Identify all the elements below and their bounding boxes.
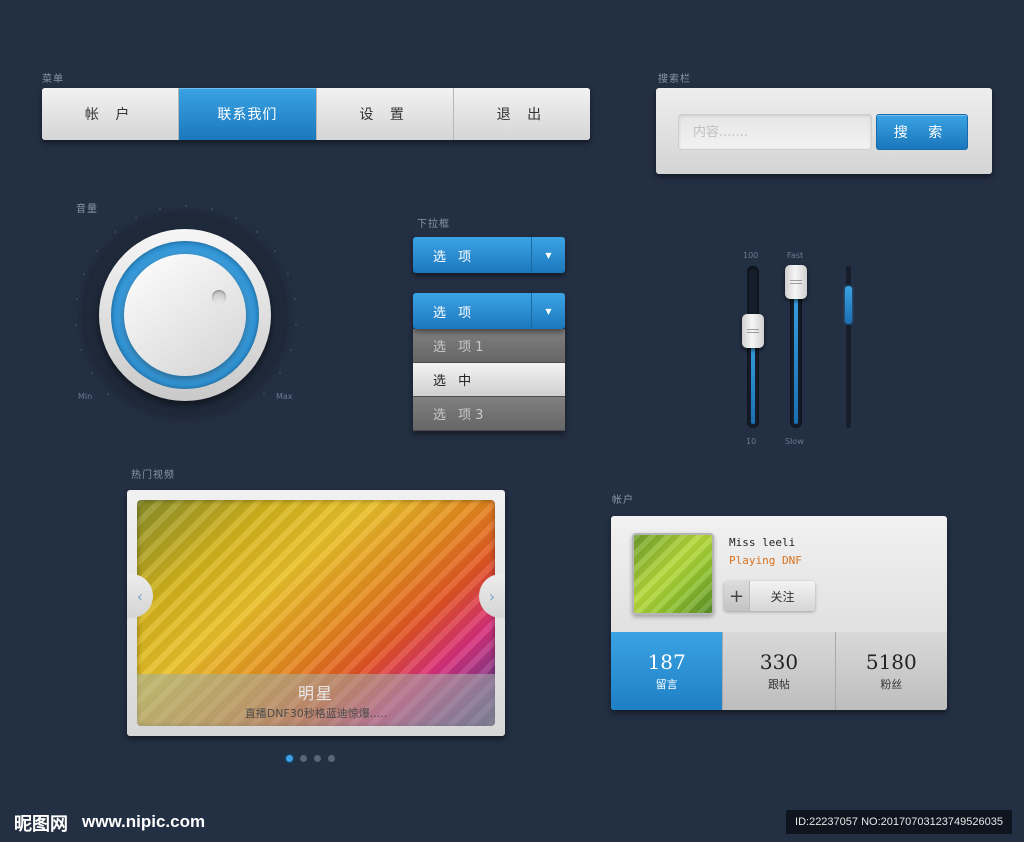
watermark-logo: 昵图网	[14, 814, 68, 835]
knob-tick-mark	[91, 372, 94, 375]
dropdown-closed-label: 选 项	[433, 249, 476, 265]
video-caption: 明星 直播DNF30秒格蓝迪惊爆.....	[137, 674, 495, 726]
video-thumbnail[interactable]: 明星 直播DNF30秒格蓝迪惊爆.....	[137, 500, 495, 726]
knob-tick-mark	[273, 250, 276, 253]
menu-item-settings[interactable]: 设 置	[316, 88, 454, 140]
video-title: 明星	[297, 684, 334, 703]
account-name: Miss leeli	[729, 536, 796, 549]
main-menu: 帐 户 联系我们 设 置 退 出	[42, 88, 590, 140]
menu-item-contact[interactable]: 联系我们	[179, 88, 317, 140]
hot-videos-section-label: 热门视频	[131, 470, 175, 481]
knob-tick-mark	[83, 272, 86, 275]
slider1-handle[interactable]	[742, 313, 764, 348]
stat-label: 留言	[655, 678, 678, 691]
knob-tick-mark	[75, 323, 78, 326]
dropdown-section-label: 下拉框	[417, 219, 450, 230]
stat-label: 粉丝	[880, 678, 903, 691]
slider1-top-label: 100	[743, 251, 759, 260]
pagination-dot[interactable]	[328, 755, 335, 762]
knob-tick-mark	[256, 231, 259, 234]
stat-fans[interactable]: 5180 粉丝	[834, 632, 947, 710]
volume-knob[interactable]	[124, 254, 246, 376]
stat-replies[interactable]: 330 跟帖	[722, 632, 835, 710]
knob-tick-mark	[135, 216, 138, 219]
dropdown-option-selected[interactable]: 选 中	[413, 363, 565, 397]
knob-tick-mark	[107, 392, 110, 395]
slider2-fill	[794, 282, 798, 424]
knob-tick-mark	[262, 392, 265, 395]
knob-tick-mark	[80, 348, 83, 351]
slider3-handle[interactable]	[845, 286, 852, 324]
knob-max-label: Max	[276, 392, 293, 401]
search-input[interactable]	[678, 114, 872, 150]
dropdown-open[interactable]: 选 项 ▼	[413, 293, 565, 329]
knob-tick-mark	[293, 297, 296, 300]
pagination-dot[interactable]	[300, 755, 307, 762]
dropdown-open-label: 选 项	[433, 305, 476, 321]
knob-tick-mark	[210, 208, 213, 211]
watermark-id: ID:22237057 NO:20170703123749526035	[786, 810, 1012, 834]
slider1-bottom-label: 10	[746, 437, 757, 446]
stat-value: 187	[647, 650, 686, 674]
caret-down-icon: ▼	[531, 293, 565, 329]
knob-tick-mark	[159, 208, 162, 211]
menu-item-account[interactable]: 帐 户	[42, 88, 180, 140]
search-panel: 搜 索	[656, 88, 992, 174]
knob-tick-mark	[234, 216, 237, 219]
knob-tick-mark	[185, 205, 187, 207]
follow-label: 关注	[770, 589, 795, 604]
knob-tick-mark	[76, 297, 79, 300]
pagination-dot[interactable]	[314, 755, 321, 762]
knob-tick-mark	[278, 372, 281, 375]
dropdown-option-1[interactable]: 选 项1	[413, 329, 565, 363]
caret-down-icon: ▼	[531, 237, 565, 273]
menu-section-label: 菜单	[42, 74, 64, 85]
knob-tick-mark	[289, 348, 292, 351]
account-status: Playing DNF	[729, 554, 802, 567]
volume-knob-widget: Min Max	[64, 205, 304, 426]
dropdown-closed[interactable]: 选 项 ▼	[413, 237, 565, 273]
dropdown-options-list: 选 项1 选 中 选 项3	[413, 329, 565, 431]
plus-icon: +	[724, 581, 750, 611]
knob-indicator-dot	[212, 290, 226, 304]
knob-tick-mark	[113, 231, 116, 234]
search-button[interactable]: 搜 索	[876, 114, 968, 150]
knob-tick-mark	[294, 323, 297, 326]
knob-tick-mark	[286, 272, 289, 275]
slider2-handle[interactable]	[785, 265, 807, 300]
stat-messages[interactable]: 187 留言	[611, 632, 723, 710]
video-subtitle: 直播DNF30秒格蓝迪惊爆.....	[244, 707, 388, 720]
avatar[interactable]	[632, 533, 714, 615]
stat-label: 跟帖	[767, 678, 790, 691]
stat-value: 5180	[865, 650, 917, 674]
pagination-dot[interactable]	[286, 755, 293, 762]
follow-button[interactable]: + 关注	[724, 581, 815, 611]
menu-item-logout[interactable]: 退 出	[453, 88, 590, 140]
knob-tick-mark	[96, 250, 98, 253]
slider2-top-label: Fast	[787, 251, 804, 260]
dropdown-option-3[interactable]: 选 项3	[413, 397, 565, 431]
stat-value: 330	[759, 650, 799, 674]
account-card: Miss leeli Playing DNF + 关注 187 留言 330 跟…	[611, 516, 947, 710]
account-stats: 187 留言 330 跟帖 5180 粉丝	[611, 632, 947, 710]
knob-min-label: Min	[78, 392, 93, 401]
watermark-url: www.nipic.com	[82, 812, 206, 831]
account-section-label: 帐户	[612, 495, 634, 506]
carousel-pagination	[286, 755, 335, 762]
search-section-label: 搜索栏	[658, 74, 691, 85]
video-carousel: 明星 直播DNF30秒格蓝迪惊爆..... ‹ ›	[127, 490, 505, 736]
slider2-bottom-label: Slow	[785, 437, 804, 446]
